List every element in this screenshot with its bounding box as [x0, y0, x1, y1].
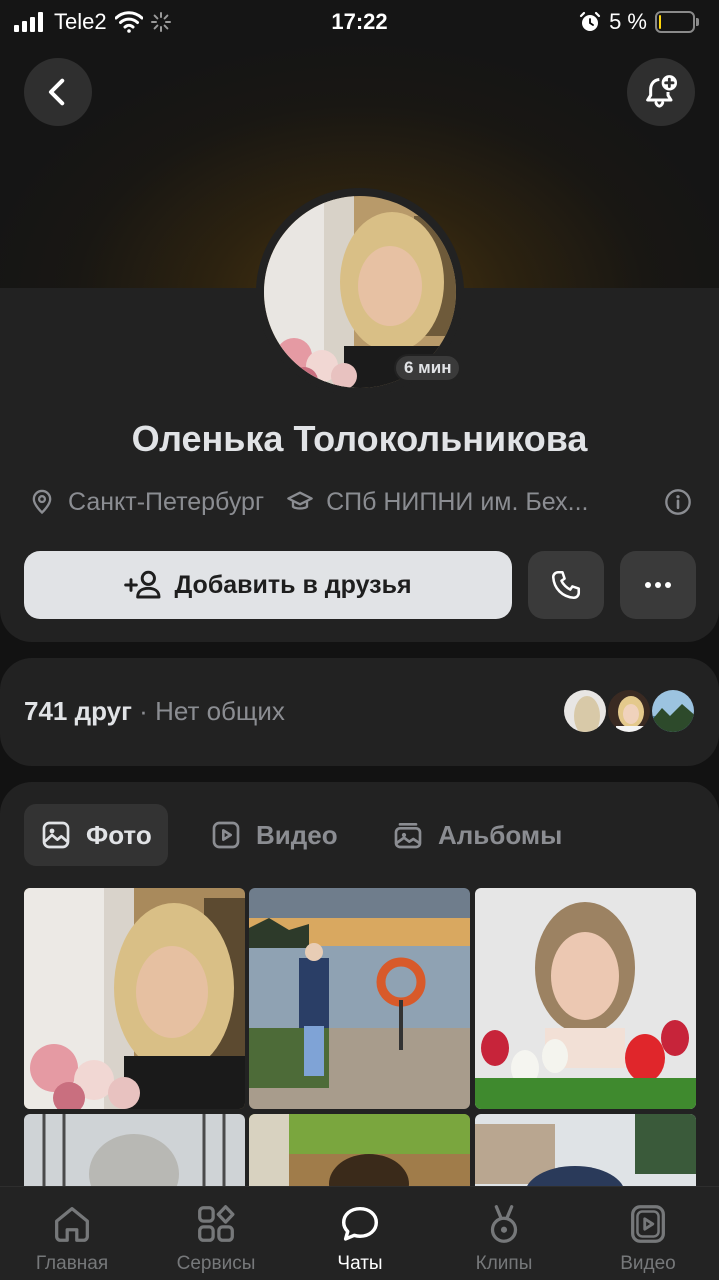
city-info: Санкт-Петербург [28, 488, 264, 517]
chat-icon [341, 1206, 379, 1241]
friend-avatar [606, 688, 652, 734]
video-icon [631, 1205, 665, 1243]
albums-icon [394, 823, 422, 849]
battery-percent: 5 % [609, 9, 647, 34]
cellular-signal-icon [14, 12, 43, 32]
tab-photos-label: Фото [86, 819, 152, 850]
services-icon [198, 1205, 235, 1242]
friend-avatar [562, 688, 608, 734]
photo-icon [42, 821, 70, 849]
chevron-left-icon [48, 78, 65, 106]
tabbar-video-label: Видео [620, 1253, 676, 1274]
photo-image [24, 888, 245, 1109]
bottom-tab-bar: Главная Сервисы Чаты Клипы Видео [0, 1186, 719, 1280]
profile-header: 6 мин Оленька Толокольникова Санкт-Петер… [0, 0, 719, 642]
info-icon [665, 489, 691, 515]
tab-photos[interactable]: Фото [24, 804, 168, 866]
location-pin-icon [32, 489, 52, 515]
tabbar-chats[interactable]: Чаты [288, 1187, 432, 1280]
more-dots-icon [645, 582, 671, 588]
phone-icon [551, 570, 581, 600]
friend-photo [608, 690, 650, 732]
call-button[interactable] [528, 551, 604, 619]
tabbar-chats-label: Чаты [337, 1253, 383, 1274]
notifications-subscribe-button[interactable] [627, 58, 695, 126]
tabbar-home-label: Главная [35, 1253, 109, 1274]
home-icon [55, 1207, 89, 1242]
profile-info-row[interactable]: Санкт-Петербург СПб НИПНИ им. Бех... [28, 484, 692, 520]
add-user-icon [124, 570, 161, 599]
clips-icon [490, 1205, 518, 1243]
friends-summary: 741 друг · Нет общих [24, 696, 285, 727]
wifi-icon [114, 11, 143, 33]
friends-separator: · [139, 696, 148, 726]
more-actions-button[interactable] [620, 551, 696, 619]
tabbar-services-label: Сервисы [176, 1253, 256, 1274]
video-icon [212, 821, 240, 849]
battery-icon [655, 11, 699, 33]
add-friend-button[interactable]: Добавить в друзья [24, 551, 512, 619]
last-seen-badge: 6 мин [394, 354, 462, 382]
education-label: СПб НИПНИ им. Бех... [326, 487, 589, 516]
graduation-cap-icon [287, 491, 313, 510]
photo-image [249, 888, 470, 1109]
tabbar-video[interactable]: Видео [576, 1187, 719, 1280]
back-button[interactable] [24, 58, 92, 126]
friends-count: 741 друг [24, 696, 132, 726]
tab-videos[interactable]: Видео [194, 804, 354, 866]
friend-photo [652, 690, 694, 732]
friend-avatar [650, 688, 696, 734]
tab-albums[interactable]: Альбомы [376, 804, 578, 866]
mutual-friends-label: Нет общих [155, 696, 285, 726]
status-bar: Tele2 17:22 5 % [0, 0, 719, 44]
more-info-button[interactable] [664, 488, 692, 516]
photo-thumbnail[interactable] [24, 888, 245, 1109]
tab-albums-label: Альбомы [438, 819, 563, 850]
tab-videos-label: Видео [256, 819, 338, 850]
alarm-icon [579, 11, 601, 31]
tabbar-clips[interactable]: Клипы [432, 1187, 576, 1280]
education-info: СПб НИПНИ им. Бех... [286, 488, 588, 517]
photo-thumbnail[interactable] [475, 888, 696, 1109]
photo-thumbnail[interactable] [249, 888, 470, 1109]
bell-plus-icon [646, 75, 677, 108]
clock: 17:22 [331, 9, 388, 34]
friends-block[interactable]: 741 друг · Нет общих [0, 658, 719, 766]
loading-spinner-icon [150, 12, 171, 32]
tabbar-home[interactable]: Главная [0, 1187, 144, 1280]
tabbar-services[interactable]: Сервисы [144, 1187, 288, 1280]
friend-photo [564, 690, 606, 732]
city-label: Санкт-Петербург [68, 487, 265, 516]
photo-image [475, 888, 696, 1109]
carrier-name: Tele2 [54, 9, 107, 34]
add-friend-label: Добавить в друзья [174, 570, 412, 599]
tabbar-clips-label: Клипы [475, 1253, 533, 1274]
profile-name: Оленька Толокольникова [131, 418, 588, 459]
